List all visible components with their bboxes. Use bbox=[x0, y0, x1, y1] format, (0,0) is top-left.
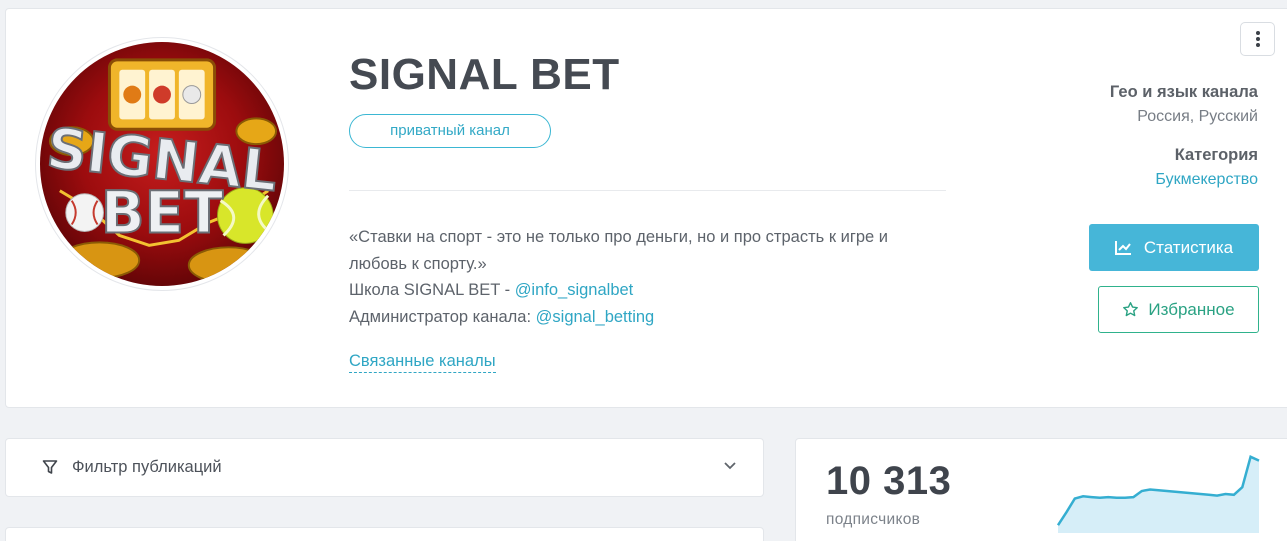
related-channels-link[interactable]: Связанные каналы bbox=[349, 352, 496, 373]
avatar-logo-art: SIGNAL BET bbox=[43, 58, 281, 285]
filter-icon bbox=[42, 460, 58, 474]
geo-language-heading: Гео и язык канала bbox=[1109, 83, 1258, 101]
channel-description: «Ставки на спорт - это не только про ден… bbox=[349, 224, 949, 330]
kebab-menu-icon bbox=[1255, 31, 1260, 47]
geo-language-value: Россия, Русский bbox=[1137, 108, 1258, 125]
category-heading: Категория bbox=[1174, 146, 1258, 164]
private-channel-badge: приватный канал bbox=[349, 114, 551, 148]
admin-prefix: Администратор канала: bbox=[349, 307, 536, 326]
more-options-button[interactable] bbox=[1240, 22, 1275, 56]
school-link[interactable]: @info_signalbet bbox=[515, 281, 634, 299]
channel-title: SIGNAL BET bbox=[349, 50, 620, 99]
avatar-image: SIGNAL BET bbox=[40, 42, 284, 286]
category-link[interactable]: Букмекерство bbox=[1155, 171, 1258, 189]
admin-link[interactable]: @signal_betting bbox=[536, 308, 655, 326]
publication-filter-label: Фильтр публикаций bbox=[72, 458, 222, 476]
favorite-button[interactable]: Избранное bbox=[1098, 286, 1259, 333]
description-line-2: любовь к спорту.» bbox=[349, 254, 487, 273]
description-line-1: «Ставки на спорт - это не только про ден… bbox=[349, 228, 889, 246]
school-prefix: Школа SIGNAL BET - bbox=[349, 281, 515, 299]
chart-line-icon bbox=[1114, 241, 1131, 255]
publication-filter-panel[interactable]: Фильтр публикаций bbox=[5, 438, 764, 497]
subscribers-card: 10 313 подписчиков bbox=[795, 438, 1287, 541]
publications-list-card bbox=[5, 527, 764, 541]
description-school-line: Школа SIGNAL BET - @info_signalbet bbox=[349, 277, 949, 304]
channel-avatar: SIGNAL BET bbox=[35, 37, 289, 291]
svg-text:BET: BET bbox=[101, 179, 223, 246]
header-divider bbox=[349, 190, 946, 191]
statistics-button-label: Статистика bbox=[1143, 237, 1234, 257]
favorite-button-label: Избранное bbox=[1148, 299, 1235, 319]
subscribers-count: 10 313 bbox=[826, 459, 952, 503]
chevron-down-icon[interactable] bbox=[722, 457, 738, 473]
statistics-button[interactable]: Статистика bbox=[1089, 224, 1259, 271]
subscribers-sparkline bbox=[1056, 455, 1260, 533]
subscribers-label: подписчиков bbox=[826, 511, 921, 528]
description-admin-line: Администратор канала: @signal_betting bbox=[349, 304, 949, 331]
star-icon bbox=[1123, 302, 1139, 317]
